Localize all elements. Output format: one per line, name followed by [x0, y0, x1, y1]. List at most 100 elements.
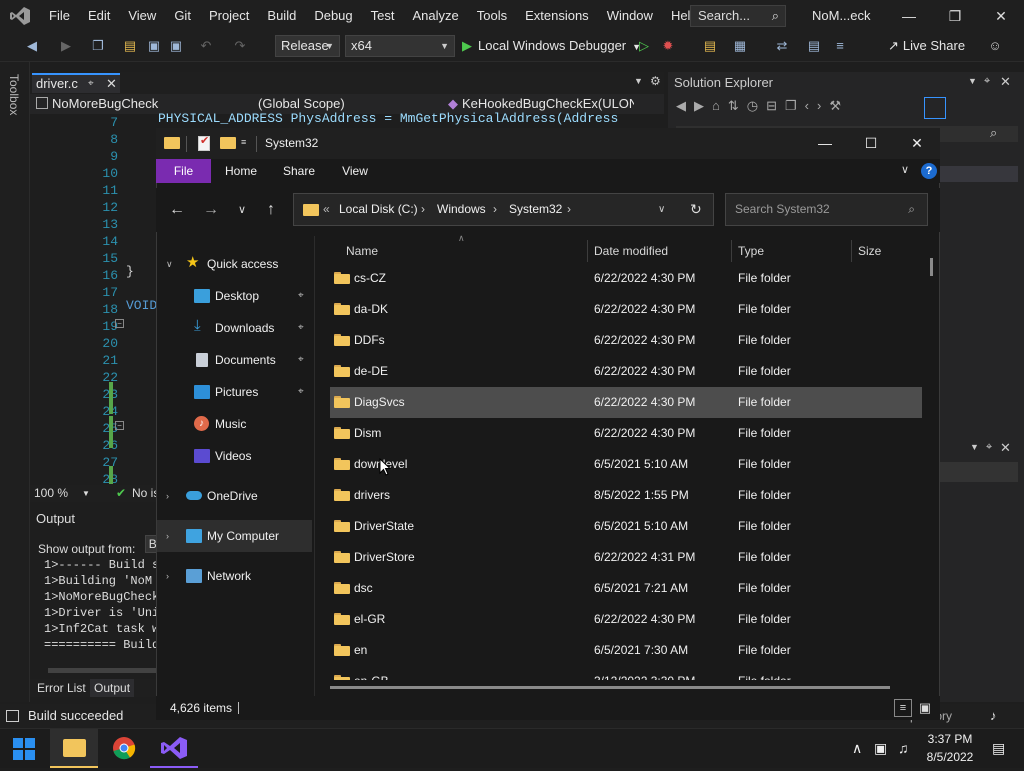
notification-center-icon[interactable]: ▤: [992, 738, 1005, 758]
account-icon[interactable]: ☺: [986, 36, 1004, 56]
file-row-selected[interactable]: DiagSvcs 6/22/2022 4:30 PM File folder: [330, 387, 922, 418]
folder-icon[interactable]: ▤: [702, 36, 718, 56]
save-icon[interactable]: ▣: [144, 36, 164, 56]
menu-tools[interactable]: Tools: [468, 0, 516, 32]
settings-gear-icon[interactable]: ⚙: [650, 74, 661, 88]
pin-icon[interactable]: ⌖: [88, 75, 94, 92]
collapse-icon[interactable]: −: [115, 319, 124, 328]
recent-locations-icon[interactable]: ∨: [230, 199, 254, 221]
close-icon[interactable]: ✕: [1000, 74, 1011, 90]
back-icon[interactable]: ◀: [676, 98, 694, 113]
align-icon[interactable]: ≡: [832, 36, 848, 56]
file-row[interactable]: Dism 6/22/2022 4:30 PM File folder: [330, 418, 922, 449]
explorer-close-button[interactable]: ✕: [894, 128, 940, 159]
menu-file[interactable]: File: [40, 0, 79, 32]
pane-splitter[interactable]: [314, 236, 315, 696]
menu-build[interactable]: Build: [258, 0, 305, 32]
file-row[interactable]: da-DK 6/22/2022 4:30 PM File folder: [330, 294, 922, 325]
refresh-icon[interactable]: ↻: [690, 194, 702, 225]
comment-icon[interactable]: ▤: [806, 36, 822, 56]
history-icon[interactable]: ◷: [747, 98, 766, 113]
file-row[interactable]: drivers 8/5/2022 1:55 PM File folder: [330, 480, 922, 511]
menu-extensions[interactable]: Extensions: [516, 0, 598, 32]
breadcrumb-windows[interactable]: Windows: [437, 194, 486, 225]
properties-object-select[interactable]: [940, 462, 1018, 482]
nav-item-videos[interactable]: Videos: [157, 440, 312, 472]
file-row[interactable]: DriverStore 6/22/2022 4:31 PM File folde…: [330, 542, 922, 573]
file-row[interactable]: DDFs 6/22/2022 4:30 PM File folder: [330, 325, 922, 356]
nav-item-downloads[interactable]: ⤓ Downloads ⌖: [157, 312, 312, 344]
file-row[interactable]: en 6/5/2021 7:30 AM File folder: [330, 635, 922, 666]
zoom-level[interactable]: 100 %: [34, 485, 68, 502]
explorer-maximize-button[interactable]: ☐: [848, 128, 894, 159]
taskbar-visual-studio[interactable]: [150, 729, 198, 768]
back-icon[interactable]: ◀: [22, 36, 42, 56]
diff-icon[interactable]: ⇄: [774, 36, 790, 56]
menu-debug[interactable]: Debug: [305, 0, 361, 32]
properties-icon[interactable]: ⚒: [829, 98, 849, 113]
column-header-type[interactable]: Type: [738, 240, 764, 262]
chevron-down-icon[interactable]: ▼: [970, 442, 979, 452]
ribbon-tab-home[interactable]: Home: [214, 159, 268, 183]
save-all-icon[interactable]: ▣: [166, 36, 186, 56]
explorer-minimize-button[interactable]: —: [802, 128, 848, 159]
expanded-chevron-icon[interactable]: ∨: [166, 248, 173, 280]
file-row[interactable]: cs-CZ 6/22/2022 4:30 PM File folder: [330, 264, 922, 294]
taskbar-clock[interactable]: 3:37 PM 8/5/2022: [918, 730, 982, 766]
chevron-down-icon[interactable]: ▼: [968, 76, 977, 86]
redo-icon[interactable]: ↷: [230, 36, 250, 56]
hot-reload-icon[interactable]: ✹: [660, 36, 676, 56]
menu-analyze[interactable]: Analyze: [403, 0, 467, 32]
back-arrow-icon[interactable]: ←: [165, 199, 189, 221]
editor-tab-driver-c[interactable]: driver.c ⌖ ✕: [32, 73, 120, 93]
close-icon[interactable]: ✕: [1000, 440, 1011, 456]
notifications-bell-icon[interactable]: ♪: [990, 704, 997, 728]
layout-icon[interactable]: ▦: [732, 36, 748, 56]
breadcrumb-separator-icon[interactable]: ›: [493, 194, 497, 225]
taskbar-file-explorer[interactable]: [50, 729, 98, 768]
menu-window[interactable]: Window: [598, 0, 662, 32]
column-header-name[interactable]: Name: [346, 240, 378, 262]
menu-view[interactable]: View: [119, 0, 165, 32]
nav-item-my-computer[interactable]: › My Computer: [157, 520, 312, 552]
ribbon-tab-file[interactable]: File: [156, 159, 211, 183]
file-row[interactable]: de-DE 6/22/2022 4:30 PM File folder: [330, 356, 922, 387]
show-all-icon[interactable]: ❐: [785, 98, 805, 113]
start-without-debugging-icon[interactable]: ▷: [636, 36, 652, 56]
forward-icon[interactable]: ▶: [56, 36, 76, 56]
code-icon[interactable]: ‹›: [805, 98, 830, 113]
output-tab[interactable]: Output: [90, 679, 135, 697]
search-icon[interactable]: ⌕: [990, 125, 997, 141]
collapsed-chevron-icon[interactable]: ›: [166, 520, 169, 552]
start-button[interactable]: [0, 729, 48, 768]
collapsed-chevron-icon[interactable]: ›: [166, 560, 169, 592]
open-folder-icon[interactable]: ▤: [120, 36, 140, 56]
column-header-size[interactable]: Size: [858, 240, 881, 262]
solution-tree-selected-row[interactable]: [940, 166, 1018, 182]
vs-minimize-button[interactable]: —: [886, 0, 932, 32]
collapse-all-icon[interactable]: ⊟: [766, 98, 785, 113]
nav-item-pictures[interactable]: Pictures ⌖: [157, 376, 312, 408]
help-icon[interactable]: ?: [921, 163, 937, 179]
preview-toggle-button[interactable]: [924, 97, 946, 119]
new-item-icon[interactable]: ❐: [88, 36, 108, 56]
address-bar[interactable]: « Local Disk (C:) › Windows › System32 ›…: [293, 193, 714, 226]
start-debugging-button[interactable]: ▶ Local Windows Debugger ▼: [462, 36, 641, 57]
file-row[interactable]: dsc 6/5/2021 7:21 AM File folder: [330, 573, 922, 604]
vs-close-button[interactable]: ✕: [978, 0, 1024, 32]
breadcrumb-separator-icon[interactable]: ›: [567, 194, 571, 225]
configuration-select[interactable]: Release ▼: [275, 35, 340, 57]
output-hscroll[interactable]: [48, 668, 156, 673]
column-divider[interactable]: [731, 240, 732, 262]
nav-item-onedrive[interactable]: › OneDrive: [157, 480, 312, 512]
vertical-scrollbar[interactable]: [930, 258, 933, 276]
nav-item-desktop[interactable]: Desktop ⌖: [157, 280, 312, 312]
file-row[interactable]: downlevel 6/5/2021 5:10 AM File folder: [330, 449, 922, 480]
breadcrumb-separator-icon[interactable]: ›: [421, 194, 425, 225]
vs-search-box[interactable]: Search... ⌕: [690, 5, 786, 27]
address-history-dropdown-icon[interactable]: ∨: [658, 194, 665, 225]
column-header-date-modified[interactable]: Date modified: [594, 240, 668, 262]
nav-item-music[interactable]: ♪ Music: [157, 408, 312, 440]
column-divider[interactable]: [587, 240, 588, 262]
horizontal-scrollbar[interactable]: [330, 686, 890, 689]
